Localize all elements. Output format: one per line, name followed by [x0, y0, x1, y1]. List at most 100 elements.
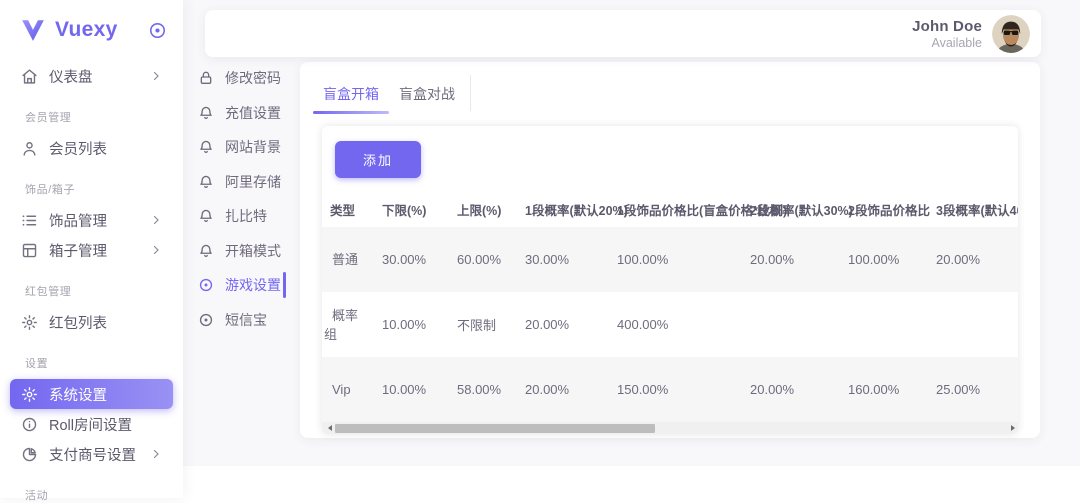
column-header: 1段饰品价格比(盲盒价格*比例)	[603, 192, 736, 227]
list-icon	[21, 212, 38, 229]
submenu-item-sms-bao[interactable]: 短信宝	[198, 303, 294, 338]
cell: 150.00%	[603, 357, 736, 422]
cell: 20.00%	[922, 227, 1018, 292]
pie-chart-icon	[21, 446, 38, 463]
user-status: Available	[912, 36, 982, 50]
scrollbar-thumb[interactable]	[335, 424, 655, 433]
sidebar-section-heading: 会员管理	[25, 109, 173, 125]
submenu-item-recharge-settings[interactable]: 充值设置	[198, 96, 294, 131]
scroll-left-arrow-icon[interactable]	[322, 422, 334, 434]
grid-icon	[21, 242, 38, 259]
cell: 160.00%	[834, 357, 922, 422]
sidebar-item-box-manage[interactable]: 箱子管理	[10, 235, 173, 265]
column-header: 2段饰品价格比	[834, 192, 922, 227]
sidebar-item-payment-merchant-settings[interactable]: 支付商号设置	[10, 439, 173, 469]
table-header-row: 类型 下限(%) 上限(%) 1段概率(默认20%) 1段饰品价格比(盲盒价格*…	[322, 192, 1018, 227]
tabs: 盲盒开箱 盲盒对战	[300, 62, 1040, 121]
cell: 20.00%	[736, 357, 834, 422]
user-icon	[21, 140, 38, 157]
cell: 10.00%	[368, 357, 443, 422]
sidebar-item-redpacket-list[interactable]: 红包列表	[10, 307, 173, 337]
info-circle-icon	[21, 416, 38, 433]
add-button[interactable]: 添加	[335, 141, 421, 178]
table-row: 概率组 10.00% 不限制 20.00% 400.00%	[322, 292, 1018, 357]
submenu-item-site-background[interactable]: 网站背景	[198, 130, 294, 165]
sidebar-item-ornament-manage[interactable]: 饰品管理	[10, 205, 173, 235]
column-header: 类型	[322, 192, 368, 227]
cell: 60.00%	[443, 227, 511, 292]
submenu-item-label: 修改密码	[225, 68, 281, 88]
sidebar-pin-toggle-icon[interactable]	[148, 21, 167, 40]
cell-type: 概率组	[322, 292, 368, 357]
bell-icon	[198, 243, 214, 259]
submenu-item-game-settings[interactable]: 游戏设置	[198, 268, 294, 303]
tab-blindbox-battle[interactable]: 盲盒对战	[389, 75, 465, 121]
table-row: 普通 30.00% 60.00% 30.00% 100.00% 20.00% 1…	[322, 227, 1018, 292]
user-name: John Doe	[912, 18, 982, 35]
sidebar-item-label: 饰品管理	[49, 210, 107, 231]
scroll-right-arrow-icon[interactable]	[1006, 422, 1018, 434]
cell: 58.00%	[443, 357, 511, 422]
column-header: 3段概率(默认40%)	[922, 192, 1018, 227]
submenu-item-zhabite[interactable]: 扎比特	[198, 199, 294, 234]
sidebar-section-heading: 红包管理	[25, 283, 173, 299]
sidebar-item-system-settings[interactable]: 系统设置	[10, 379, 173, 409]
submenu-item-change-password[interactable]: 修改密码	[198, 61, 294, 96]
user-menu[interactable]: John Doe Available	[912, 15, 1030, 53]
home-icon	[21, 68, 38, 85]
table-scroll-area[interactable]: 类型 下限(%) 上限(%) 1段概率(默认20%) 1段饰品价格比(盲盒价格*…	[322, 192, 1018, 422]
cell: 30.00%	[511, 227, 603, 292]
column-header: 2段概率(默认30%)	[736, 192, 834, 227]
cell: 400.00%	[603, 292, 736, 357]
sidebar-section-heading: 设置	[25, 355, 173, 371]
main-content-card: 盲盒开箱 盲盒对战 添加 类型 下限(%) 上限(%)	[300, 62, 1040, 438]
submenu-item-ali-storage[interactable]: 阿里存储	[198, 165, 294, 200]
submenu-item-label: 扎比特	[225, 206, 267, 226]
sidebar-item-member-list[interactable]: 会员列表	[10, 133, 173, 163]
active-tab-underline	[313, 111, 389, 114]
cell: 100.00%	[603, 227, 736, 292]
sidebar-section-heading: 饰品/箱子	[25, 181, 173, 197]
sidebar-section-heading: 活动	[25, 487, 173, 503]
table-toolbar: 添加	[322, 126, 1018, 192]
sidebar-item-roll-room-settings[interactable]: Roll房间设置	[10, 409, 173, 439]
user-avatar[interactable]	[992, 15, 1030, 53]
submenu-item-label: 充值设置	[225, 103, 281, 123]
logo-row: Vuexy	[0, 0, 183, 53]
bell-icon	[198, 174, 214, 190]
cell: 20.00%	[736, 227, 834, 292]
cell: 100.00%	[834, 227, 922, 292]
dot-circle-icon	[198, 312, 214, 328]
cell: 30.00%	[368, 227, 443, 292]
table-row: Vip 10.00% 58.00% 20.00% 150.00% 20.00% …	[322, 357, 1018, 422]
cell: 20.00%	[511, 292, 603, 357]
sidebar-item-label: 箱子管理	[49, 240, 107, 261]
cell: 25.00%	[922, 357, 1018, 422]
cell-type: Vip	[322, 357, 368, 422]
gear-icon	[21, 314, 38, 331]
sidebar-item-dashboard[interactable]: 仪表盘	[10, 61, 173, 91]
probability-table: 类型 下限(%) 上限(%) 1段概率(默认20%) 1段饰品价格比(盲盒价格*…	[322, 192, 1018, 422]
dot-circle-icon	[198, 277, 214, 293]
tab-blindbox-open[interactable]: 盲盒开箱	[313, 75, 389, 121]
sidebar-item-label: 仪表盘	[49, 66, 93, 87]
submenu-item-label: 短信宝	[225, 310, 267, 330]
sidebar: Vuexy 仪表盘 会员管理 会员列表 饰品/箱子 饰品管理 箱子管理	[0, 0, 183, 498]
sidebar-nav: 仪表盘 会员管理 会员列表 饰品/箱子 饰品管理 箱子管理 红包管理 红包列表 …	[0, 53, 183, 503]
horizontal-scrollbar[interactable]	[322, 422, 1018, 434]
sidebar-item-label: 系统设置	[49, 384, 107, 405]
sidebar-item-label: Roll房间设置	[49, 414, 132, 435]
chevron-right-icon	[150, 448, 162, 460]
cell	[736, 292, 834, 357]
gear-icon	[21, 386, 38, 403]
brand-name: Vuexy	[55, 18, 118, 42]
cell: 不限制	[443, 292, 511, 357]
submenu-item-label: 阿里存储	[225, 172, 281, 192]
column-header: 1段概率(默认20%)	[511, 192, 603, 227]
top-header-bar: John Doe Available	[205, 10, 1041, 57]
submenu-item-unbox-mode[interactable]: 开箱模式	[198, 234, 294, 269]
tab-label: 盲盒对战	[399, 86, 455, 102]
user-info: John Doe Available	[912, 18, 982, 50]
tab-label: 盲盒开箱	[323, 86, 379, 102]
chevron-right-icon	[150, 244, 162, 256]
